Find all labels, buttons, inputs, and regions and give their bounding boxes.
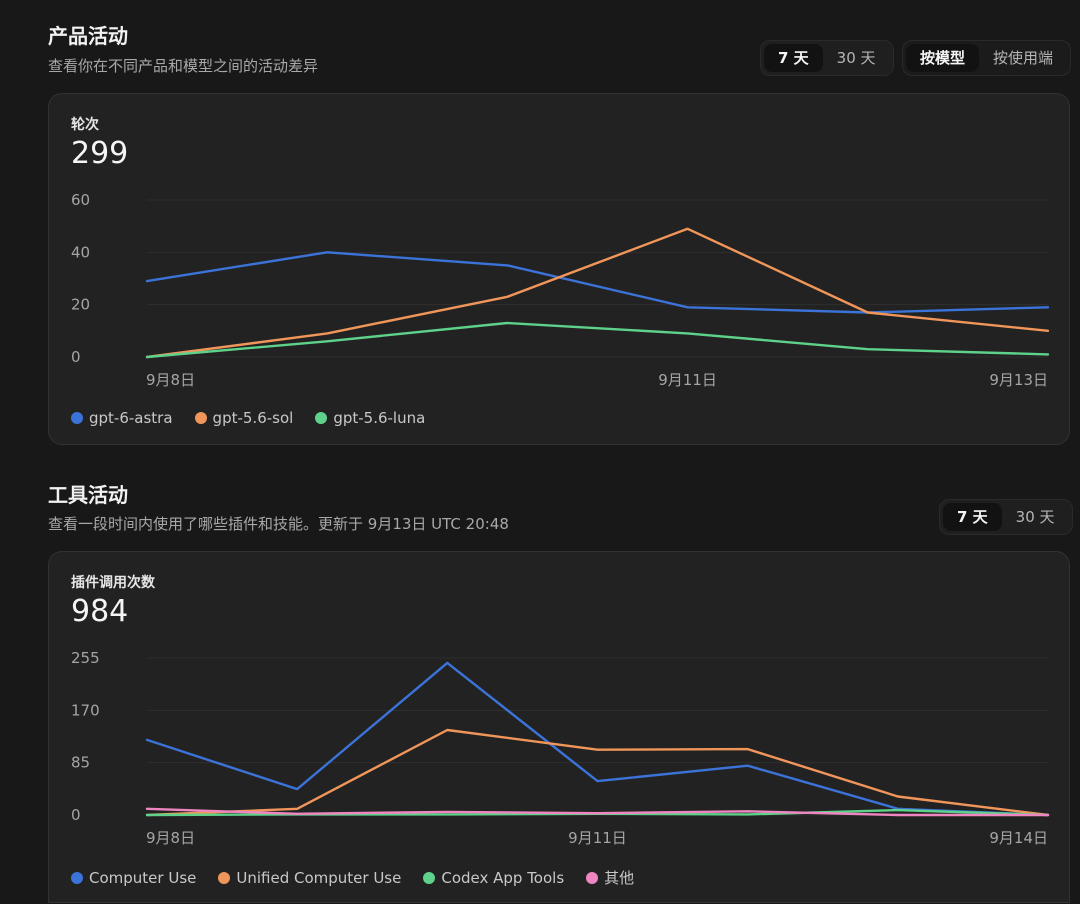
tool-activity-chart: 0 85 170 255 9月8日 9月11日 9月14日	[71, 649, 1050, 847]
legend-label: Computer Use	[89, 868, 197, 887]
series-line	[145, 227, 1050, 359]
legend-label: gpt-6-astra	[89, 409, 173, 427]
x-tick-label: 9月13日	[989, 371, 1048, 389]
legend-label: Unified Computer Use	[236, 868, 402, 887]
legend-dot	[586, 871, 599, 884]
legend-item: Codex App Tools	[423, 867, 564, 888]
legend-label: gpt-5.6-luna	[333, 409, 426, 427]
product-activity-title: 产品活动	[48, 24, 128, 48]
product-activity-card: 轮次 299 0 20 40 60 9月8日 9月11日 9月13日 gpt-6-astra…	[48, 93, 1070, 445]
y-tick-label: 40	[71, 243, 90, 261]
y-tick-label: 0	[71, 806, 81, 824]
legend-dot	[315, 412, 328, 424]
legend-item: gpt-5.6-luna	[315, 409, 425, 427]
tool-range-30d-tab[interactable]: 30 天	[1002, 503, 1069, 531]
product-activity-subtitle: 查看你在不同产品和模型之间的活动差异	[48, 57, 319, 75]
legend-item: 其他	[586, 867, 634, 888]
legend-label: gpt-5.6-sol	[212, 409, 294, 427]
y-tick-label: 255	[71, 649, 100, 667]
series-line	[145, 251, 1050, 314]
legend-dot	[71, 871, 83, 884]
y-tick-label: 85	[71, 754, 90, 772]
tool-activity-subtitle: 查看一段时间内使用了哪些插件和技能。更新于 9月13日 UTC 20:48	[48, 515, 509, 533]
legend-dot	[71, 412, 83, 424]
tool-range-7d-tab[interactable]: 7 天	[943, 503, 1002, 531]
legend-label: 其他	[604, 869, 635, 887]
y-tick-label: 20	[71, 296, 90, 314]
series-line	[145, 661, 1050, 817]
group-by-client-tab[interactable]: 按使用端	[979, 44, 1067, 72]
product-range-toggle: 7 天 30 天	[760, 40, 894, 76]
x-tick-label: 9月14日	[989, 829, 1048, 847]
legend-item: Computer Use	[71, 867, 196, 888]
group-by-model-tab[interactable]: 按模型	[906, 44, 980, 72]
x-tick-label: 9月11日	[568, 829, 627, 847]
x-tick-label: 9月8日	[146, 829, 195, 847]
product-range-7d-tab[interactable]: 7 天	[764, 44, 823, 72]
tool-activity-card: 插件调用次数 984 0 85 170 255 9月8日 9月11日 9月14日 Compu…	[48, 551, 1070, 903]
x-tick-label: 9月8日	[146, 371, 195, 389]
legend-item: Unified Computer Use	[218, 867, 401, 888]
y-tick-label: 60	[71, 191, 90, 209]
series-line	[145, 728, 1050, 817]
product-group-toggle: 按模型 按使用端	[902, 40, 1072, 76]
legend-item: gpt-5.6-sol	[194, 409, 294, 427]
legend-dot	[194, 412, 207, 424]
legend-dot	[423, 871, 436, 884]
tool-activity-legend: Computer Use Unified Computer Use Codex …	[71, 867, 634, 888]
tool-range-toggle: 7 天 30 天	[939, 499, 1073, 535]
tool-activity-title: 工具活动	[48, 483, 128, 507]
product-range-30d-tab[interactable]: 30 天	[823, 44, 890, 72]
legend-dot	[218, 871, 231, 884]
y-tick-label: 0	[71, 348, 81, 366]
product-activity-legend: gpt-6-astra gpt-5.6-sol gpt-5.6-luna	[71, 409, 425, 427]
product-activity-chart: 0 20 40 60 9月8日 9月11日 9月13日	[71, 191, 1050, 389]
legend-label: Codex App Tools	[441, 868, 565, 887]
y-tick-label: 170	[71, 701, 100, 719]
x-tick-label: 9月11日	[658, 371, 717, 389]
legend-item: gpt-6-astra	[71, 409, 173, 427]
